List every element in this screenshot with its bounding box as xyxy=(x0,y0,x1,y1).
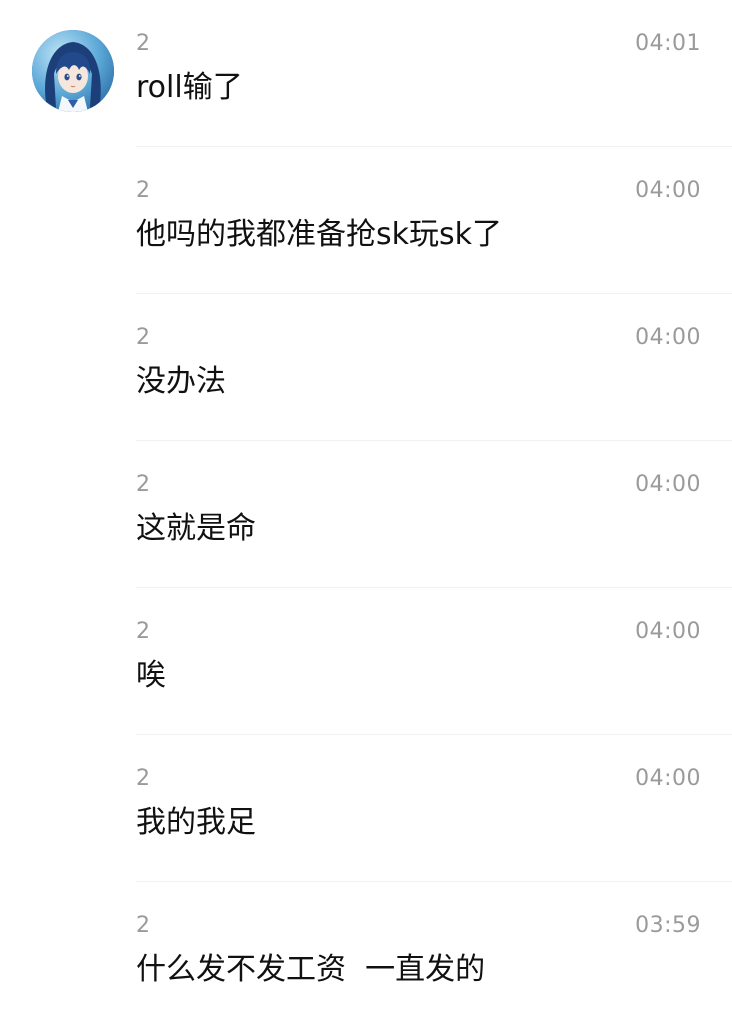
message-text: roll输了 xyxy=(136,70,243,105)
message-text: 我的我足 xyxy=(136,805,256,840)
message-item[interactable]: 2 04:00 这就是命 xyxy=(0,441,732,588)
message-text: 唉 xyxy=(136,658,166,693)
message-time: 04:01 xyxy=(635,31,701,56)
message-item[interactable]: 2 04:00 我的我足 xyxy=(0,735,732,882)
message-time: 04:00 xyxy=(635,325,701,350)
message-item[interactable]: 2 04:01 roll输了 xyxy=(0,0,732,147)
sender-name: 2 xyxy=(136,178,150,203)
message-text: 这就是命 xyxy=(136,511,256,546)
sender-name: 2 xyxy=(136,325,150,350)
message-text: 他吗的我都准备抢sk玩sk了 xyxy=(136,217,503,252)
message-item[interactable]: 2 03:59 什么发不发工资 一直发的 xyxy=(0,882,732,1029)
sender-name: 2 xyxy=(136,766,150,791)
message-time: 04:00 xyxy=(635,766,701,791)
message-text: 没办法 xyxy=(136,364,226,399)
message-time: 04:00 xyxy=(635,178,701,203)
sender-name: 2 xyxy=(136,472,150,497)
message-time: 04:00 xyxy=(635,619,701,644)
anime-girl-avatar-icon xyxy=(32,30,114,112)
sender-name: 2 xyxy=(136,31,150,56)
message-item[interactable]: 2 04:00 没办法 xyxy=(0,294,732,441)
sender-name: 2 xyxy=(136,913,150,938)
message-time: 03:59 xyxy=(635,913,701,938)
message-item[interactable]: 2 04:00 唉 xyxy=(0,588,732,735)
sender-name: 2 xyxy=(136,619,150,644)
message-text: 什么发不发工资 一直发的 xyxy=(136,952,486,987)
chat-message-list[interactable]: 2 04:01 roll输了 2 04:00 他吗的我都准备抢sk玩sk了 2 … xyxy=(0,0,732,1024)
avatar[interactable] xyxy=(32,30,114,112)
message-time: 04:00 xyxy=(635,472,701,497)
message-item[interactable]: 2 04:00 他吗的我都准备抢sk玩sk了 xyxy=(0,147,732,294)
